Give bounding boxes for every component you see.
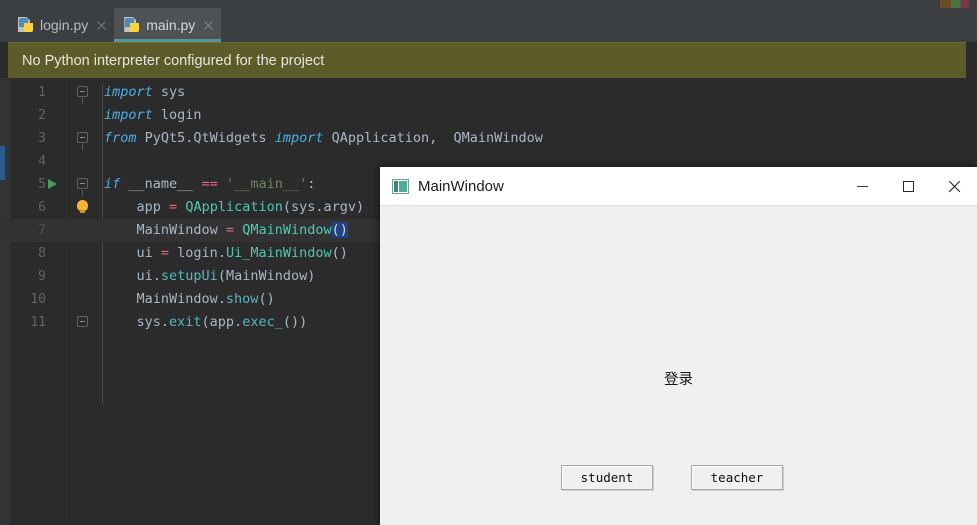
- gutter-icons: [46, 173, 104, 196]
- line-number: 1: [38, 85, 46, 100]
- line-number: 8: [38, 246, 46, 261]
- line-number: 11: [30, 315, 46, 330]
- dialog-title: MainWindow: [418, 177, 504, 195]
- code-text: MainWindow.show(): [104, 291, 275, 307]
- gutter-icons: [46, 265, 104, 288]
- tab-bar-left-edge: [0, 0, 8, 42]
- code-fold-icon[interactable]: [77, 86, 88, 104]
- banner-text: No Python interpreter configured for the…: [22, 52, 325, 69]
- code-text: app = QApplication(sys.argv): [104, 199, 365, 215]
- dialog-body: 登录 student teacher: [380, 206, 977, 525]
- screen: login.py main.py No Python interpreter c…: [0, 0, 977, 525]
- login-heading: 登录: [664, 372, 693, 388]
- code-line[interactable]: 2 import login: [0, 104, 977, 127]
- line-number: 7: [38, 223, 46, 238]
- tab-label: login.py: [40, 17, 89, 33]
- dialog-title-bar[interactable]: MainWindow: [380, 167, 977, 206]
- code-text: ui.setupUi(MainWindow): [104, 268, 316, 284]
- line-number: 3: [38, 131, 46, 146]
- code-text: import login: [104, 107, 202, 123]
- line-number: 5: [38, 177, 46, 192]
- tab-label: main.py: [146, 17, 196, 33]
- error-stripe[interactable]: [940, 0, 977, 8]
- python-file-icon: [124, 17, 140, 33]
- line-number: 2: [38, 108, 46, 123]
- code-text: from PyQt5.QtWidgets import QApplication…: [104, 130, 543, 146]
- code-text: import sys: [104, 84, 186, 100]
- gutter-icons: [46, 219, 104, 242]
- run-arrow-icon[interactable]: [48, 179, 57, 189]
- app-window-icon: [392, 178, 409, 194]
- gutter-icons: [46, 311, 104, 334]
- gutter-icons: [46, 242, 104, 265]
- lightbulb-icon[interactable]: [77, 200, 88, 213]
- tab-login-py[interactable]: login.py: [8, 8, 115, 42]
- close-icon[interactable]: [931, 167, 977, 205]
- code-text: ui = login.Ui_MainWindow(): [104, 245, 348, 261]
- window-controls: [839, 167, 977, 205]
- close-icon[interactable]: [95, 19, 108, 32]
- main-window-dialog[interactable]: MainWindow 登录 student teacher: [380, 167, 977, 525]
- gutter-icons: [46, 196, 104, 219]
- interpreter-warning-banner[interactable]: No Python interpreter configured for the…: [8, 42, 966, 78]
- gutter-icons: [46, 81, 104, 104]
- teacher-button[interactable]: teacher: [691, 465, 783, 490]
- code-line[interactable]: 1 import sys: [0, 81, 977, 104]
- editor-tab-bar: login.py main.py: [0, 0, 977, 42]
- python-file-icon: [18, 17, 34, 33]
- gutter-icons: [46, 150, 104, 173]
- line-number: 10: [30, 292, 46, 307]
- code-text: MainWindow = QMainWindow(): [104, 222, 348, 238]
- gutter-icons: [46, 104, 104, 127]
- code-fold-icon[interactable]: [77, 132, 88, 150]
- close-icon[interactable]: [202, 19, 215, 32]
- code-fold-icon[interactable]: [77, 316, 88, 327]
- maximize-icon[interactable]: [885, 167, 931, 205]
- code-text: sys.exit(app.exec_()): [104, 314, 308, 330]
- tab-main-py[interactable]: main.py: [114, 8, 222, 42]
- code-fold-icon[interactable]: [77, 178, 88, 196]
- gutter-icons: [46, 127, 104, 150]
- gutter-icons: [46, 288, 104, 311]
- student-button[interactable]: student: [561, 465, 653, 490]
- line-number: 9: [38, 269, 46, 284]
- code-text: if __name__ == '__main__':: [104, 176, 316, 192]
- line-number: 6: [38, 200, 46, 215]
- code-line[interactable]: 3 from PyQt5.QtWidgets import QApplicatio…: [0, 127, 977, 150]
- line-number: 4: [38, 154, 46, 169]
- minimize-icon[interactable]: [839, 167, 885, 205]
